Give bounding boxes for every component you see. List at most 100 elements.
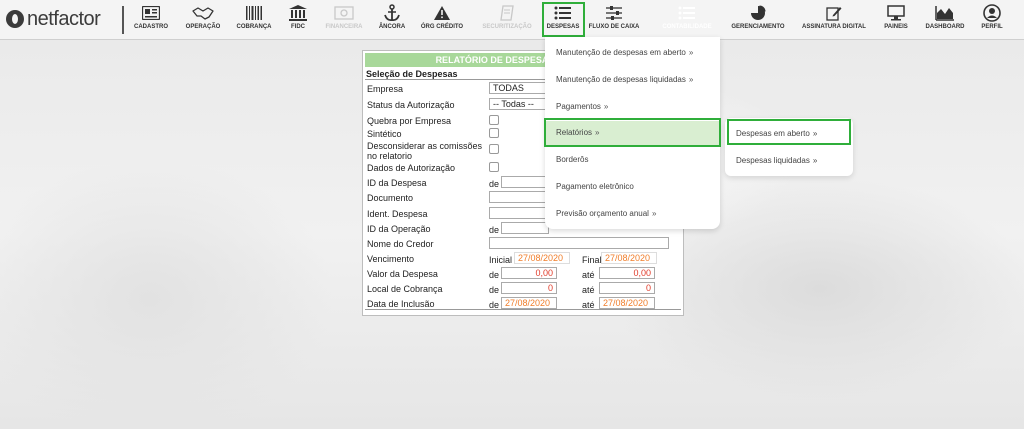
bank-icon: [288, 3, 308, 23]
inclusao-de-input[interactable]: 27/08/2020: [501, 297, 557, 309]
label-id-operacao: ID da Operação: [367, 224, 431, 234]
label-quebra: Quebra por Empresa: [367, 116, 452, 126]
nav-label: OPERAÇÃO: [185, 24, 221, 30]
de-label: de: [489, 179, 500, 189]
id-despesa-from-input[interactable]: [501, 176, 549, 188]
inicial-label: Inicial: [489, 255, 513, 265]
vencimento-final-input[interactable]: 27/08/2020: [601, 252, 657, 264]
valor-ate-input[interactable]: 0,00: [599, 267, 655, 279]
nav-contabilidade[interactable]: CONTABILIDADE: [659, 3, 715, 36]
menu-item-borderos[interactable]: Borderôs: [545, 150, 720, 170]
nav-org-credito[interactable]: ÓRG CRÉDITO: [420, 3, 464, 36]
document-icon: [500, 3, 514, 23]
list-icon: [678, 3, 696, 23]
nav-fluxo-de-caixa[interactable]: FLUXO DE CAIXA: [589, 3, 639, 36]
menu-item-label: Pagamento eletrônico: [556, 182, 634, 191]
anchor-icon: [383, 3, 401, 23]
edit-icon: [826, 3, 842, 23]
nav-dashboard[interactable]: DASHBOARD: [922, 3, 968, 36]
pie-chart-icon: [750, 3, 766, 23]
nav-label: CONTABILIDADE: [662, 24, 712, 30]
sintetico-checkbox[interactable]: [489, 128, 499, 138]
nav-paineis[interactable]: PAINEIS: [881, 3, 911, 36]
chevron-right-icon: »: [651, 209, 657, 218]
id-card-icon: [142, 3, 160, 23]
final-label: Final: [582, 255, 602, 265]
logo-o-icon: [6, 10, 24, 28]
label-desconsiderar-2: no relatorio: [367, 151, 413, 161]
despesas-em-aberto-highlight-box: [727, 119, 851, 145]
menu-item-label: Manutenção de despesas liquidadas: [556, 75, 686, 84]
chevron-right-icon: »: [603, 102, 609, 111]
inclusao-ate-input[interactable]: 27/08/2020: [599, 297, 655, 309]
nav-ancora[interactable]: ÂNCORA: [377, 3, 407, 36]
label-dados: Dados de Autorização: [367, 163, 456, 173]
label-documento: Documento: [367, 193, 414, 203]
label-id-despesa: ID da Despesa: [367, 178, 427, 188]
quebra-checkbox[interactable]: [489, 115, 499, 125]
label-vencimento: Vencimento: [367, 254, 415, 264]
nav-assinatura-digital[interactable]: ASSINATURA DIGITAL: [800, 3, 868, 36]
nav-financeira[interactable]: FINANCEIRA: [322, 3, 366, 36]
nav-label: DASHBOARD: [925, 24, 965, 30]
nav-label: CADASTRO: [134, 24, 168, 30]
monitor-icon: [887, 3, 905, 23]
nav-label: COBRANÇA: [236, 24, 272, 30]
menu-item-pagamentos[interactable]: Pagamentos»: [545, 97, 720, 117]
status-select[interactable]: -- Todas --: [489, 98, 549, 110]
nav-perfil[interactable]: PERFIL: [977, 3, 1007, 36]
ident-despesa-input[interactable]: [489, 207, 549, 219]
label-desconsiderar: Desconsiderar as comissões: [367, 141, 483, 151]
local-ate-input[interactable]: 0: [599, 282, 655, 294]
nav-securitizacao[interactable]: SECURITIZAÇÃO: [479, 3, 535, 36]
documento-input[interactable]: [489, 191, 549, 203]
nav-operacao[interactable]: OPERAÇÃO: [183, 3, 223, 36]
nav-label: PERFIL: [981, 24, 1003, 30]
nav-cadastro[interactable]: CADASTRO: [134, 3, 168, 36]
nav-label: ÂNCORA: [378, 24, 406, 30]
label-empresa: Empresa: [367, 84, 404, 94]
desconsiderar-checkbox[interactable]: [489, 144, 499, 154]
despesas-highlight-box: [542, 2, 585, 37]
label-sintetico: Sintético: [367, 129, 402, 139]
nav-fidc[interactable]: FIDC: [284, 3, 312, 36]
nav-cobranca[interactable]: COBRANÇA: [234, 3, 274, 36]
menu-item-label: Previsão orçamento anual: [556, 209, 649, 218]
menu-item-pagamento-eletronico[interactable]: Pagamento eletrônico: [545, 177, 720, 197]
credor-input[interactable]: [489, 237, 669, 249]
nav-label: FLUXO DE CAIXA: [588, 24, 640, 30]
submenu-item-despesas-liquidadas[interactable]: Despesas liquidadas»: [725, 151, 853, 171]
de-label: de: [489, 285, 500, 295]
local-de-input[interactable]: 0: [501, 282, 557, 294]
nav-label: SECURITIZAÇÃO: [482, 24, 532, 30]
barcode-icon: [245, 3, 263, 23]
sliders-icon: [605, 3, 623, 23]
empresa-select[interactable]: TODAS: [489, 82, 549, 94]
nav-label: ÓRG CRÉDITO: [420, 24, 464, 30]
menu-item-manutencao-aberto[interactable]: Manutenção de despesas em aberto»: [545, 43, 720, 63]
chevron-right-icon: »: [812, 156, 818, 165]
label-status: Status da Autorização: [367, 100, 455, 110]
menu-item-manutencao-liquidadas[interactable]: Manutenção de despesas liquidadas»: [545, 70, 720, 90]
netfactor-logo[interactable]: netfactor: [6, 6, 101, 32]
valor-de-input[interactable]: 0,00: [501, 267, 557, 279]
logo-text: netfactor: [27, 7, 101, 30]
area-chart-icon: [935, 3, 955, 23]
nav-gerenciamento[interactable]: GERENCIAMENTO: [730, 3, 786, 36]
menu-item-previsao-orcamento[interactable]: Previsão orçamento anual»: [545, 204, 720, 224]
id-operacao-from-input[interactable]: [501, 222, 549, 234]
label-local: Local de Cobrança: [367, 284, 443, 294]
nav-label: GERENCIAMENTO: [731, 24, 785, 30]
divider: [365, 309, 681, 310]
nav-label: FIDC: [291, 24, 305, 30]
menu-item-label: Borderôs: [556, 155, 589, 164]
dados-checkbox[interactable]: [489, 162, 499, 172]
label-valor: Valor da Despesa: [367, 269, 438, 279]
label-credor: Nome do Credor: [367, 239, 434, 249]
vencimento-inicial-input[interactable]: 27/08/2020: [514, 252, 570, 264]
nav-label: ASSINATURA DIGITAL: [802, 24, 866, 30]
ate-label: até: [582, 270, 595, 280]
money-icon: [334, 3, 354, 23]
nav-label: PAINEIS: [884, 24, 908, 30]
ate-label: até: [582, 285, 595, 295]
